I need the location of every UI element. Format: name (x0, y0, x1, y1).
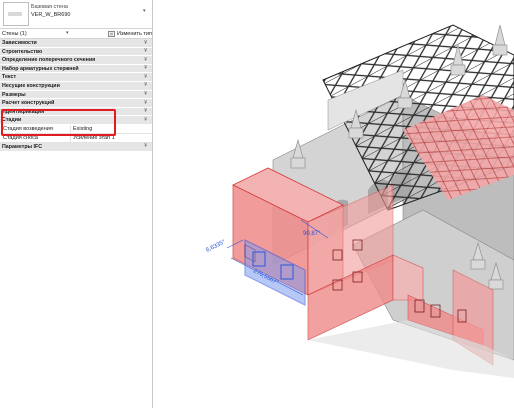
collapse-icon: ¥ (144, 73, 147, 80)
dimension-angle-1[interactable]: 8,6335° (205, 239, 227, 254)
collapse-icon: ¥ (144, 48, 147, 55)
group-text[interactable]: Текст ¥ (0, 73, 152, 82)
group-rebar-set[interactable]: Набор арматурных стержней ¥ (0, 64, 152, 74)
dimension-angle-2[interactable]: 90,87° (303, 231, 321, 237)
group-cross-section[interactable]: Определение поперечного сечения ¥ (0, 56, 152, 65)
group-label: Зависимости (2, 40, 37, 46)
filter-dropdown-icon[interactable]: ▾ (66, 30, 69, 36)
property-key: Стадия сноса (3, 135, 38, 142)
instance-filter-row: Стены (1) ▾ Изменить тип (0, 29, 152, 39)
group-structural[interactable]: Несущие конструкции ¥ (0, 81, 152, 91)
instance-filter[interactable]: Стены (1) (2, 31, 27, 37)
group-label: Определение поперечного сечения (2, 57, 96, 64)
group-dependencies[interactable]: Зависимости ¥ (0, 39, 152, 48)
group-label: Расчет конструкций (2, 100, 55, 107)
property-value[interactable]: Усиление этап 1 (73, 135, 115, 141)
collapse-icon: ¥ (144, 65, 147, 72)
edit-type-label: Изменить тип (117, 30, 152, 37)
group-label: Текст (2, 74, 17, 81)
type-name: VER_W_BR690 (31, 12, 71, 18)
edit-type-icon (108, 30, 115, 37)
collapse-icon: ¥ (144, 39, 147, 46)
group-label: Параметры IFC (2, 143, 43, 150)
group-ifc-parameters[interactable]: Параметры IFC ¥ (0, 142, 152, 152)
type-selector[interactable]: Базовая стена VER_W_BR690 ▾ (0, 0, 152, 29)
group-label: Строительство (2, 48, 43, 55)
edit-type-button[interactable]: Изменить тип (108, 31, 152, 37)
collapse-icon: ¥ (144, 91, 147, 98)
wall-type-thumbnail (3, 2, 29, 26)
type-family-name: Базовая стена (31, 4, 68, 10)
expand-icon: ¥ (144, 116, 147, 123)
group-construction[interactable]: Строительство ¥ (0, 47, 152, 57)
group-label: Набор арматурных стержней (2, 65, 79, 72)
collapse-icon: ¥ (144, 108, 147, 115)
collapse-icon: ¥ (144, 143, 147, 150)
building-model: 8,6335° 90,87° 276,5567° (205, 24, 514, 378)
group-label: Несущие конструкции (2, 82, 60, 89)
collapse-icon: ¥ (144, 82, 147, 89)
3d-view-canvas[interactable]: 8,6335° 90,87° 276,5567° (153, 0, 514, 408)
collapse-icon: ¥ (144, 99, 147, 106)
phasing-highlight-box (1, 109, 116, 136)
type-dropdown-icon[interactable]: ▾ (143, 8, 146, 14)
collapse-icon: ¥ (144, 56, 147, 63)
group-dimensions[interactable]: Размеры ¥ (0, 90, 152, 100)
properties-panel: Базовая стена VER_W_BR690 ▾ Стены (1) ▾ … (0, 0, 153, 408)
group-structural-analysis[interactable]: Расчет конструкций ¥ (0, 99, 152, 108)
group-label: Размеры (2, 91, 26, 98)
